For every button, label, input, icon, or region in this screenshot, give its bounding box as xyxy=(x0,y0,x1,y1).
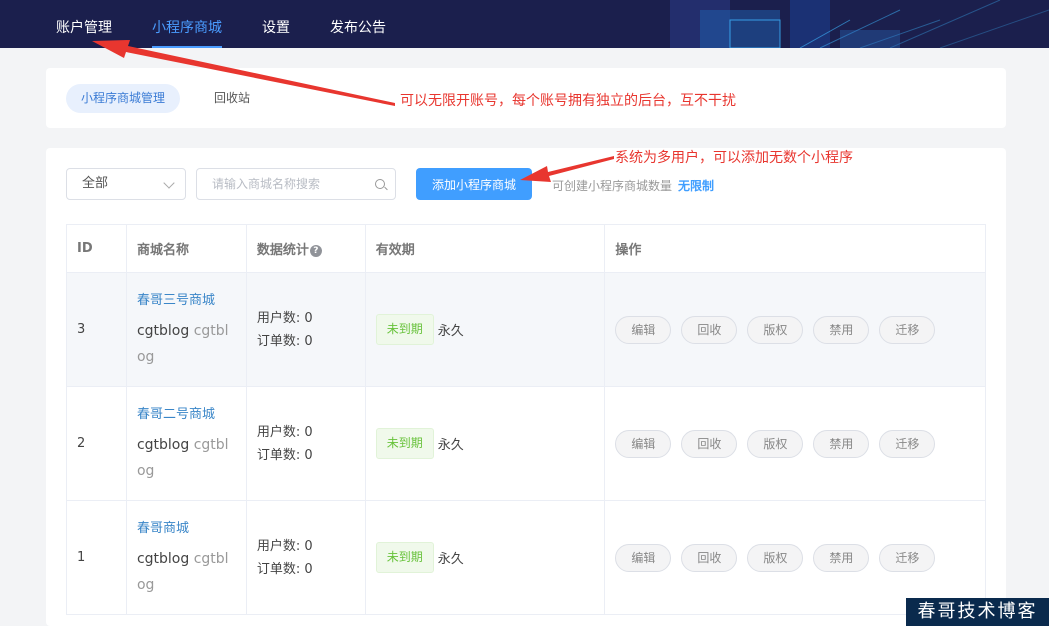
mall-owner: cgtblog cgtblog xyxy=(137,432,236,484)
status-badge: 未到期 xyxy=(375,314,434,345)
action-button-0[interactable]: 编辑 xyxy=(615,543,672,572)
mall-table: ID 商城名称 数据统计? 有效期 操作 3 春哥三号商城 cgtblog cgtb… xyxy=(66,224,986,615)
header-id: ID xyxy=(66,224,127,273)
status-badge: 未到期 xyxy=(375,428,434,459)
quota-label: 可创建小程序商城数量 xyxy=(552,179,673,193)
table-row: 3 春哥三号商城 cgtblog cgtblog 用户数: 0 订单数: 0 未到期 永久编… xyxy=(66,272,986,387)
user-count: 用户数: 0 xyxy=(256,424,313,440)
mall-owner: cgtblog cgtblog xyxy=(137,546,236,598)
annotation-unlimited-accounts: 可以无限开账号，每个账号拥有独立的后台，互不干扰 xyxy=(400,93,736,109)
top-navigation: 账户管理 小程序商城 设置 发布公告 xyxy=(0,0,1049,48)
owner-name: cgtblog xyxy=(136,323,190,339)
action-button-3[interactable]: 禁用 xyxy=(813,543,870,572)
tab-mall-management[interactable]: 小程序商城管理 xyxy=(66,84,180,113)
mall-list-card: 全部 添加小程序商城 可创建小程序商城数量无限制 ID 商城名称 数据统计? 有… xyxy=(46,148,1006,626)
order-count: 订单数: 0 xyxy=(256,333,313,349)
mall-owner: cgtblog cgtblog xyxy=(137,318,236,370)
action-button-1[interactable]: 回收 xyxy=(681,543,738,572)
nav-item-settings[interactable]: 设置 xyxy=(262,0,290,48)
search-box xyxy=(196,168,396,200)
help-icon[interactable]: ? xyxy=(309,245,322,257)
nav-item-account-management[interactable]: 账户管理 xyxy=(56,0,112,48)
table-header-row: ID 商城名称 数据统计? 有效期 操作 xyxy=(66,224,986,273)
action-button-2[interactable]: 版权 xyxy=(747,315,804,344)
action-button-4[interactable]: 迁移 xyxy=(879,315,936,344)
action-button-0[interactable]: 编辑 xyxy=(615,315,672,344)
header-validity: 有效期 xyxy=(364,224,606,273)
nav-item-mini-program-mall[interactable]: 小程序商城 xyxy=(152,0,222,48)
cell-validity: 未到期 永久 xyxy=(364,386,606,501)
action-button-1[interactable]: 回收 xyxy=(681,315,738,344)
status-select[interactable]: 全部 xyxy=(66,168,186,200)
cell-id: 3 xyxy=(66,272,127,387)
cell-name: 春哥三号商城 cgtblog cgtblog xyxy=(125,272,247,387)
cell-id: 1 xyxy=(66,500,127,615)
validity-text: 永久 xyxy=(437,324,464,339)
mall-name-link[interactable]: 春哥商城 xyxy=(137,517,236,536)
action-button-2[interactable]: 版权 xyxy=(747,429,804,458)
search-icon[interactable] xyxy=(375,179,385,189)
cell-validity: 未到期 永久 xyxy=(364,500,606,615)
action-button-3[interactable]: 禁用 xyxy=(813,315,870,344)
nav-item-announcements[interactable]: 发布公告 xyxy=(330,0,386,48)
search-input[interactable] xyxy=(198,170,370,198)
owner-name: cgtblog xyxy=(136,437,190,453)
header-stats-label: 数据统计 xyxy=(256,243,309,258)
header-actions: 操作 xyxy=(604,224,986,273)
table-row: 1 春哥商城 cgtblog cgtblog 用户数: 0 订单数: 0 未到期 永久 编辑回… xyxy=(66,500,986,615)
header-stats: 数据统计? xyxy=(245,224,366,273)
order-count: 订单数: 0 xyxy=(256,561,313,577)
cell-id: 2 xyxy=(66,386,127,501)
status-select-value: 全部 xyxy=(82,176,109,191)
annotation-multi-user: 系统为多用户，可以添加无数个小程序 xyxy=(615,150,853,166)
cell-stats: 用户数: 0 订单数: 0 xyxy=(245,500,366,615)
status-badge: 未到期 xyxy=(375,542,434,573)
action-button-1[interactable]: 回收 xyxy=(681,429,738,458)
add-mall-button[interactable]: 添加小程序商城 xyxy=(416,168,532,200)
cell-actions: 编辑 回收 版权 禁用 迁移 xyxy=(604,386,986,501)
user-count: 用户数: 0 xyxy=(256,310,313,326)
owner-name: cgtblog xyxy=(136,551,190,567)
decorative-background-graphic xyxy=(670,0,1049,48)
order-count: 订单数: 0 xyxy=(256,447,313,463)
action-button-0[interactable]: 编辑 xyxy=(615,429,672,458)
mall-name-link[interactable]: 春哥三号商城 xyxy=(137,289,236,308)
header-name: 商城名称 xyxy=(125,224,247,273)
quota-info: 可创建小程序商城数量 无限制 xyxy=(552,168,714,200)
watermark: 春哥技术博客 xyxy=(906,598,1049,626)
action-button-2[interactable]: 版权 xyxy=(747,543,804,572)
action-button-4[interactable]: 迁移 xyxy=(879,543,936,572)
cell-actions: 编辑 回收 版权 禁用 迁移 xyxy=(604,272,986,387)
table-row: 2 春哥二号商城 cgtblog cgtblog 用户数: 0 订单数: 0 未到期 永久编… xyxy=(66,386,986,501)
cell-name: 春哥二号商城 cgtblog cgtblog xyxy=(125,386,247,501)
quota-value: 无限制 xyxy=(678,179,715,193)
validity-text: 永久 xyxy=(437,438,464,453)
user-count: 用户数: 0 xyxy=(256,538,313,554)
cell-stats: 用户数: 0 订单数: 0 xyxy=(245,386,366,501)
action-button-3[interactable]: 禁用 xyxy=(813,429,870,458)
chevron-down-icon xyxy=(163,177,175,189)
cell-stats: 用户数: 0 订单数: 0 xyxy=(245,272,366,387)
cell-validity: 未到期 永久 xyxy=(364,272,606,387)
action-button-4[interactable]: 迁移 xyxy=(879,429,936,458)
validity-text: 永久 xyxy=(437,552,464,567)
tab-recycle-bin[interactable]: 回收站 xyxy=(214,84,250,113)
mall-name-link[interactable]: 春哥二号商城 xyxy=(137,403,236,422)
cell-name: 春哥商城 cgtblog cgtblog xyxy=(125,500,247,615)
